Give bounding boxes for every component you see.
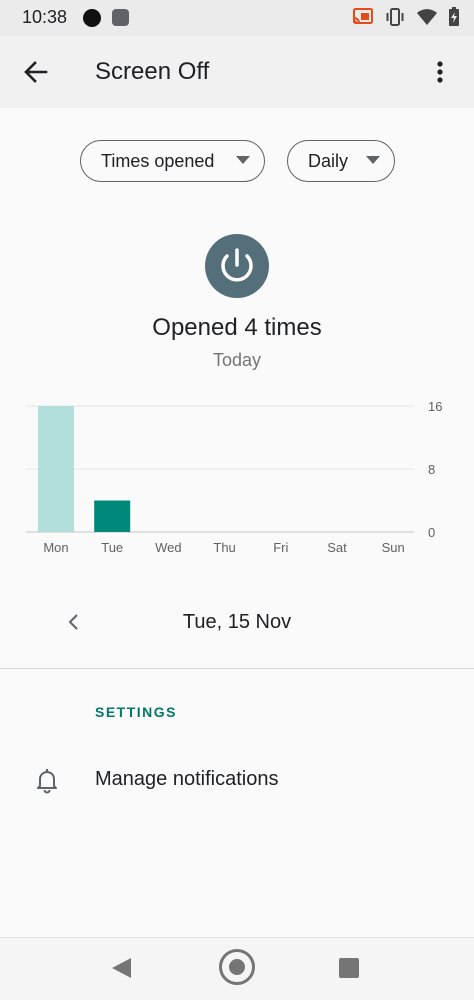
wifi-icon — [417, 9, 437, 25]
metric-dropdown-label: Times opened — [101, 151, 215, 171]
bell-icon — [37, 769, 57, 794]
nav-home-icon[interactable] — [219, 949, 255, 985]
chart-x-tick-label: Fri — [273, 540, 288, 555]
notification-square-icon — [112, 9, 129, 26]
chart-x-tick-label: Mon — [43, 540, 68, 555]
period-dropdown-label: Daily — [308, 151, 349, 171]
chart-x-tick-label: Thu — [213, 540, 235, 555]
chart-y-tick-label: 0 — [428, 525, 435, 540]
app-toolbar: Screen Off — [0, 36, 474, 108]
notification-dot-icon — [83, 9, 101, 27]
manage-notifications-item[interactable]: Manage notifications — [0, 748, 474, 812]
chart-bar — [94, 500, 131, 532]
dropdown-arrow-icon — [366, 156, 380, 164]
nav-recents-icon[interactable] — [339, 958, 359, 978]
manage-notifications-label: Manage notifications — [95, 768, 279, 790]
power-icon — [205, 234, 269, 298]
vibrate-icon — [386, 8, 404, 26]
cast-icon — [353, 8, 373, 24]
chart-x-tick-label: Wed — [155, 540, 182, 555]
dropdown-arrow-icon — [236, 156, 250, 164]
chart-y-tick-label: 16 — [428, 399, 442, 414]
chart-bar — [38, 406, 74, 532]
settings-header: SETTINGS — [95, 704, 178, 720]
divider — [0, 668, 474, 669]
status-bar: 10:38 — [0, 0, 474, 36]
chart-x-tick-label: Tue — [101, 540, 123, 555]
period-dropdown[interactable]: Daily — [287, 140, 395, 182]
page-title: Screen Off — [95, 58, 210, 85]
status-icons — [352, 7, 460, 27]
nav-back-icon[interactable] — [112, 958, 131, 978]
chart-x-tick-label: Sat — [327, 540, 347, 555]
status-time: 10:38 — [22, 7, 68, 27]
selected-date: Tue, 15 Nov — [182, 611, 292, 633]
system-nav-bar — [0, 937, 474, 1000]
battery-icon — [449, 7, 459, 26]
chart-x-tick-label: Sun — [382, 540, 405, 555]
chart-y-tick-label: 8 — [428, 462, 435, 477]
usage-subline: Today — [212, 350, 262, 370]
more-vert-icon[interactable] — [428, 58, 452, 86]
date-navigator: Tue, 15 Nov — [0, 600, 474, 650]
usage-bar-chart: 16 8 0 Mon Tue Wed Thu Fri Sat Sun — [26, 399, 442, 555]
usage-headline: Opened 4 times — [152, 314, 322, 341]
arrow-back-icon[interactable] — [22, 58, 50, 86]
metric-dropdown[interactable]: Times opened — [80, 140, 265, 182]
